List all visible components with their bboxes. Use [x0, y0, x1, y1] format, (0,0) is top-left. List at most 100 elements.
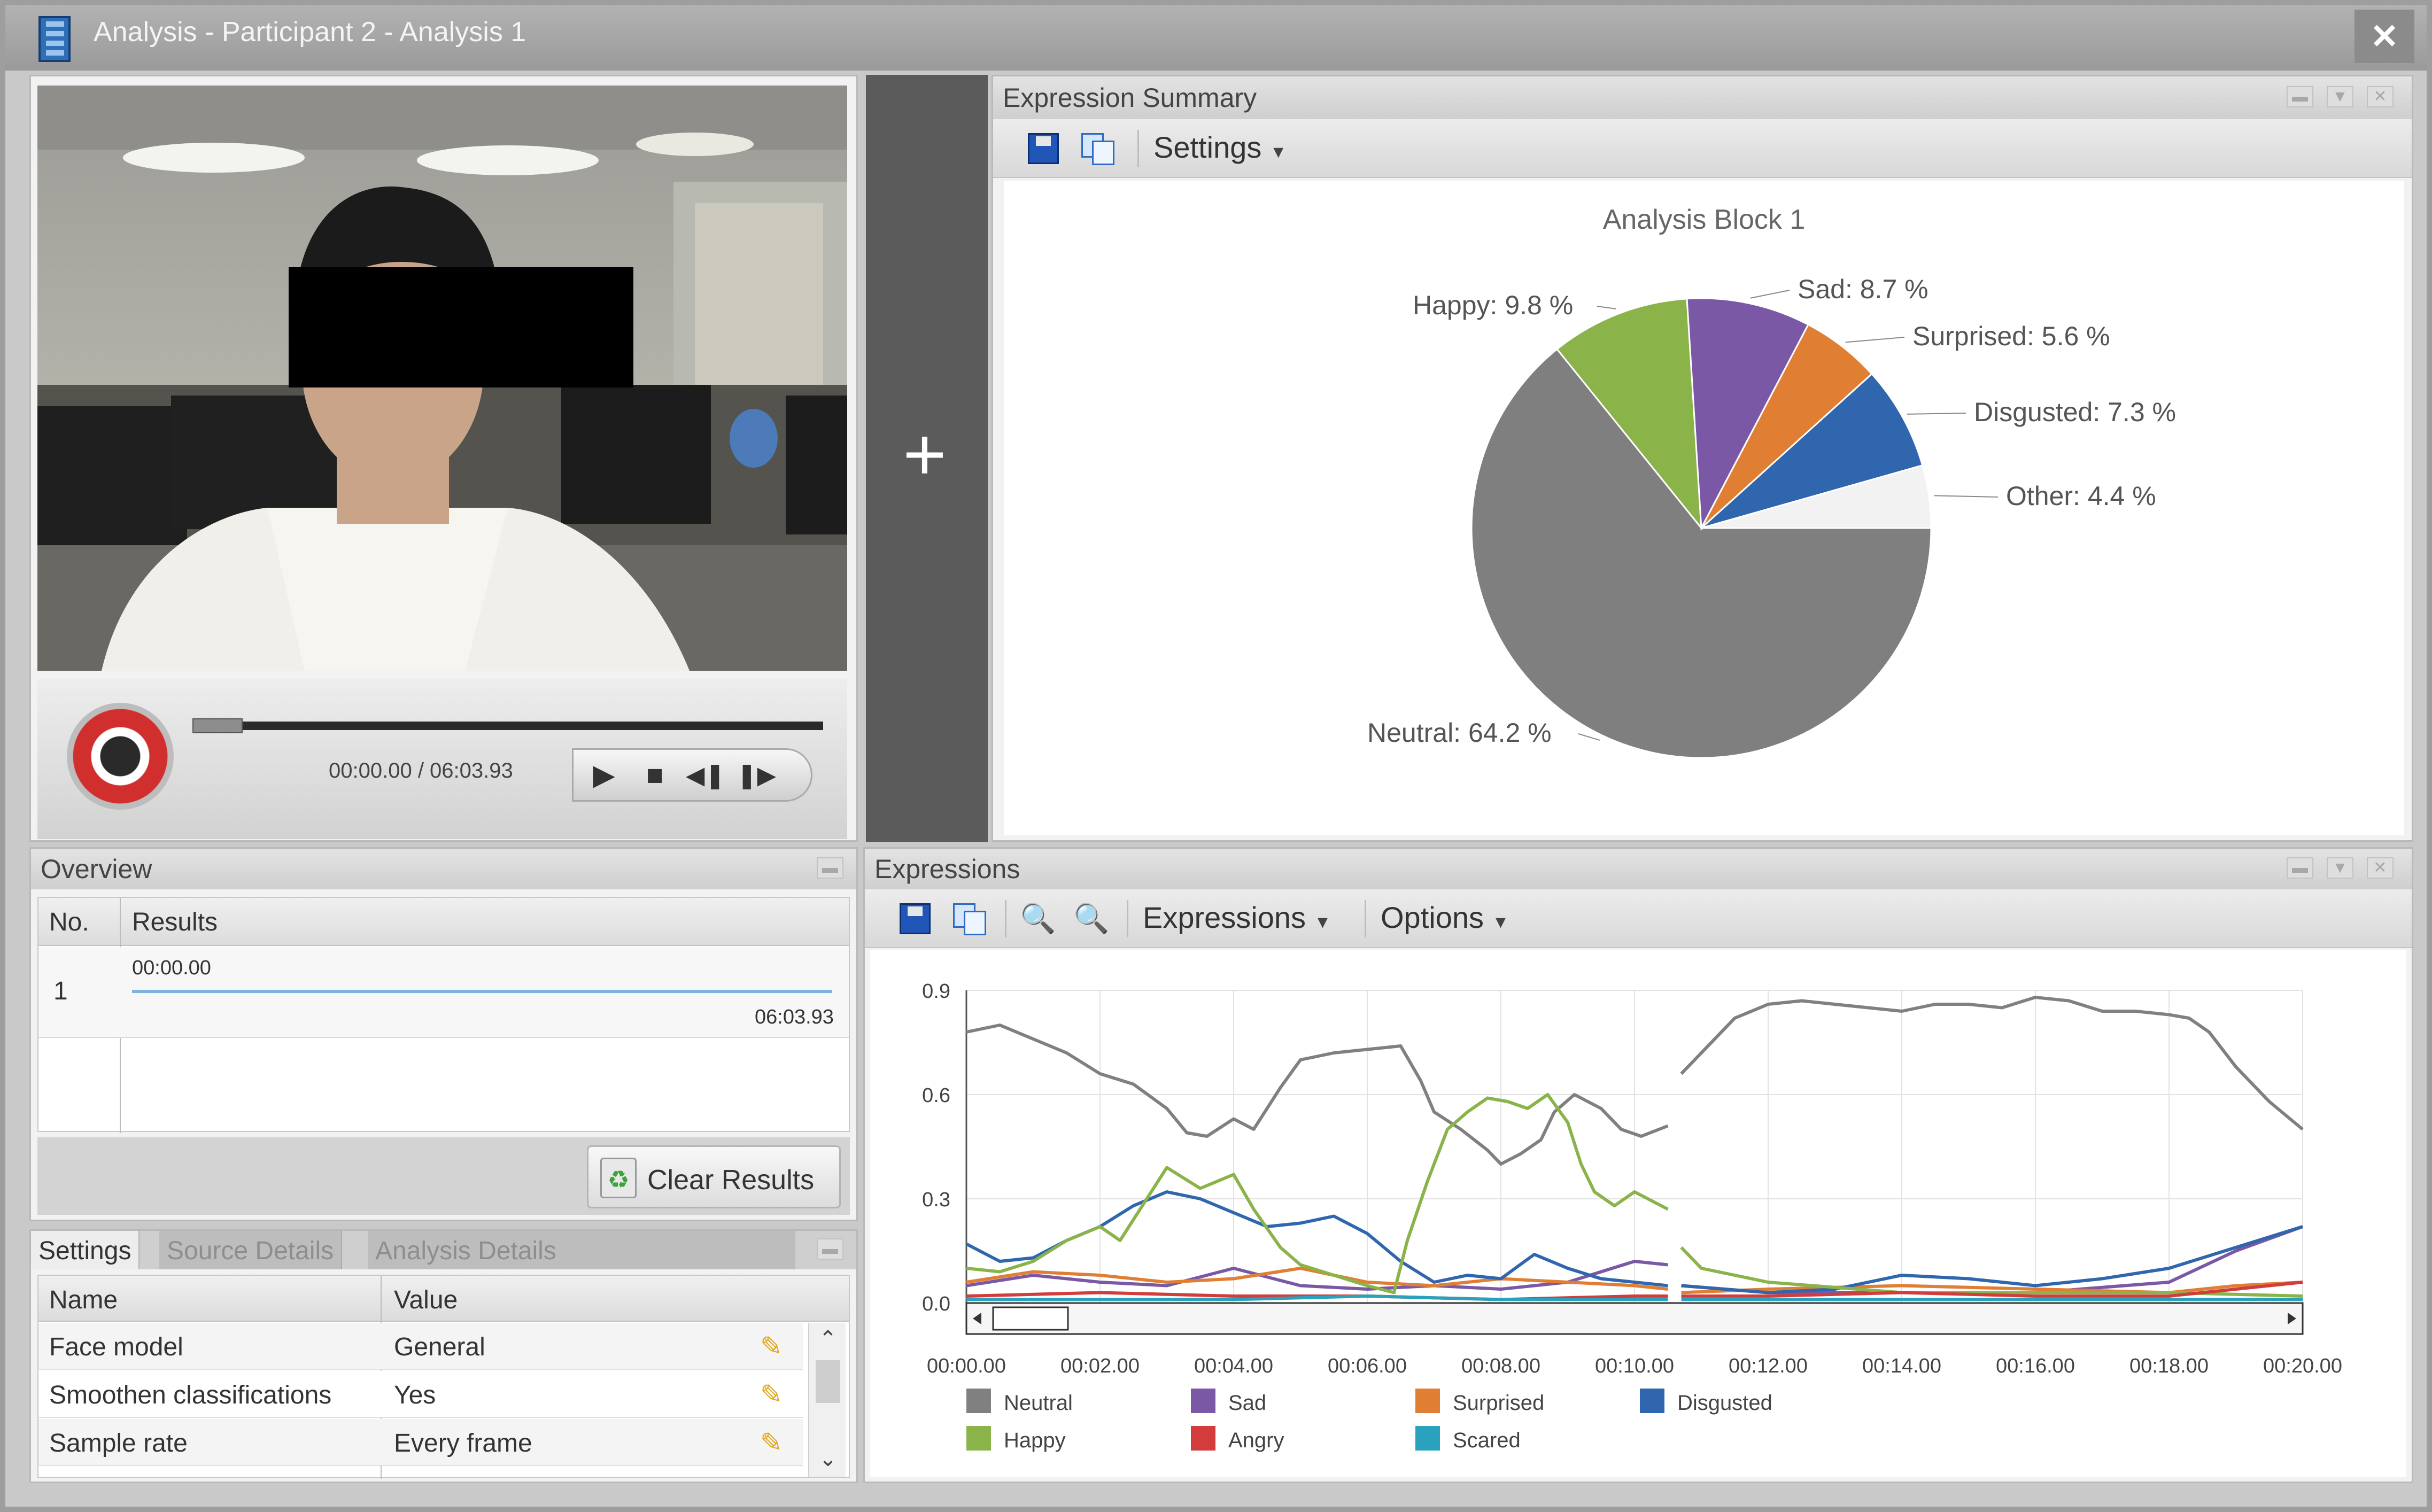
x-tick-label: 00:16.00	[1996, 1355, 2075, 1377]
pie-title: Analysis Block 1	[1603, 204, 1806, 235]
setting-value: Every frame	[394, 1429, 532, 1457]
zoom-out-icon[interactable]: 🔍	[1073, 902, 1109, 935]
legend-label-scared: Scared	[1453, 1429, 1521, 1452]
x-tick-label: 00:18.00	[2129, 1355, 2209, 1377]
pie-leader-line	[1597, 306, 1616, 309]
summary-toolbar: Settings ▼	[993, 119, 2412, 178]
column-header-name[interactable]: Name	[49, 1285, 118, 1315]
minimize-icon[interactable]: ▬	[817, 1238, 843, 1260]
line-chart: 00:00.00 00:02.00 00:04.00 00:06.00 00:08.00…	[922, 980, 2342, 1452]
pie-leader-line	[1845, 337, 1905, 343]
tab-settings[interactable]: Settings	[31, 1231, 140, 1269]
expressions-panel: Expressions ▬ ▼ ✕ 🔍 🔍 Expressions ▼ Opti…	[863, 847, 2413, 1483]
y-tick-label: 0.0	[922, 1293, 950, 1315]
legend-label-angry: Angry	[1228, 1429, 1284, 1452]
legend-swatch-angry	[1191, 1426, 1215, 1451]
pencil-icon[interactable]: ✎	[760, 1330, 792, 1362]
minimize-icon[interactable]: ▬	[2287, 857, 2313, 879]
minimize-icon[interactable]: ▬	[2287, 86, 2313, 107]
recycle-icon: ♻	[600, 1158, 637, 1198]
close-button[interactable]: ✕	[2354, 10, 2414, 63]
seek-track[interactable]	[192, 722, 823, 730]
options-menu-label: Options	[1381, 901, 1484, 934]
clear-results-button[interactable]: ♻ Clear Results	[587, 1145, 841, 1208]
save-icon[interactable]	[900, 903, 931, 934]
pie-chart: Analysis Block 1 Neutral: 64.2 % Happy: 9.…	[1367, 204, 2176, 759]
pie-label-surprised: Surprised: 5.6 %	[1912, 321, 2110, 351]
legend-label-neutral: Neutral	[1004, 1391, 1073, 1415]
table-row[interactable]: Sample rate Every frame ✎	[38, 1419, 803, 1466]
legend-swatch-scared	[1415, 1426, 1440, 1451]
setting-value: General	[394, 1333, 485, 1361]
pencil-icon[interactable]: ✎	[760, 1378, 792, 1410]
panel-title: Expression Summary	[1003, 83, 1257, 113]
pie-label-happy: Happy: 9.8 %	[1413, 290, 1573, 320]
setting-name: Smoothen classifications	[49, 1381, 332, 1409]
close-icon[interactable]: ✕	[2367, 86, 2394, 107]
pencil-icon[interactable]: ✎	[760, 1426, 792, 1459]
legend-label-disgusted: Disgusted	[1677, 1391, 1772, 1415]
pie-label-disgusted: Disgusted: 7.3 %	[1974, 397, 2176, 427]
tab-analysis-details[interactable]: Analysis Details	[368, 1231, 795, 1269]
column-header-no[interactable]: No.	[49, 908, 89, 937]
film-icon	[38, 16, 71, 62]
legend-label-sad: Sad	[1228, 1391, 1266, 1415]
y-tick-label: 0.3	[922, 1189, 950, 1211]
scroll-up-icon[interactable]: ⌃	[809, 1323, 847, 1355]
settings-panel: Settings Source Details Analysis Details…	[29, 1229, 858, 1483]
save-icon[interactable]	[1028, 133, 1059, 164]
panel-header: Overview	[31, 849, 856, 889]
copy-icon[interactable]	[1081, 133, 1114, 165]
scroll-thumb[interactable]	[816, 1360, 840, 1403]
x-tick-label: 00:20.00	[2263, 1355, 2342, 1377]
pie-chart-area: Analysis Block 1 Neutral: 64.2 % Happy: 9.…	[1004, 181, 2404, 835]
tab-source-details[interactable]: Source Details	[159, 1231, 343, 1269]
panel-title: Expressions	[874, 854, 1020, 884]
scroll-down-icon[interactable]: ⌄	[809, 1443, 847, 1475]
result-end-time: 06:03.93	[755, 1006, 834, 1028]
options-menu[interactable]: Options ▼	[1381, 900, 1509, 935]
minimize-icon[interactable]: ▬	[817, 857, 843, 879]
step-forward-icon[interactable]: ❚▶	[732, 756, 780, 794]
expression-summary-panel: Expression Summary ▬ ▼ ✕ Settings ▼ Anal…	[992, 75, 2413, 842]
playback-time: 00:00.00 / 06:03.93	[329, 759, 513, 782]
transport-bar: 00:00.00 / 06:03.93 ▶ ■ ◀❚ ❚▶	[37, 679, 847, 839]
settings-menu[interactable]: Settings ▼	[1153, 130, 1287, 165]
vertical-scrollbar[interactable]: ⌃ ⌄	[808, 1323, 846, 1477]
legend-swatch-disgusted	[1640, 1389, 1664, 1413]
pie-leader-line	[1934, 495, 1999, 498]
column-header-value[interactable]: Value	[394, 1285, 458, 1315]
x-tick-label: 00:08.00	[1461, 1355, 1540, 1377]
table-row[interactable]: Face model General ✎	[38, 1323, 803, 1370]
seek-progress[interactable]	[192, 718, 243, 733]
legend-label-happy: Happy	[1004, 1429, 1066, 1452]
row-number: 1	[53, 977, 68, 1005]
copy-icon[interactable]	[953, 903, 986, 935]
record-icon[interactable]	[67, 703, 174, 810]
expressions-toolbar: 🔍 🔍 Expressions ▼ Options ▼	[865, 889, 2412, 948]
result-start-time: 00:00.00	[132, 957, 211, 979]
toolbar-separator	[1365, 900, 1366, 937]
step-back-icon[interactable]: ◀❚	[681, 756, 730, 794]
panel-header: Expressions	[865, 849, 2412, 889]
toolbar-separator	[1005, 900, 1006, 937]
add-panel-icon[interactable]: +	[887, 417, 962, 492]
table-row[interactable]: Smoothen classifications Yes ✎	[38, 1371, 803, 1418]
toolbar-separator	[1137, 130, 1139, 167]
chart-scrollbar[interactable]	[965, 1302, 2304, 1335]
webcam-image	[37, 86, 847, 671]
table-row[interactable]: 1 00:00.00 06:03.93	[38, 947, 849, 1038]
dropdown-icon[interactable]: ▼	[2327, 86, 2353, 107]
pie-leader-line	[1750, 290, 1790, 299]
dropdown-icon[interactable]: ▼	[2327, 857, 2353, 879]
result-timeline	[132, 990, 832, 993]
legend-swatch-neutral	[966, 1389, 991, 1413]
zoom-in-icon[interactable]: 🔍	[1020, 902, 1056, 935]
play-icon[interactable]: ▶	[580, 756, 628, 794]
column-header-results[interactable]: Results	[132, 908, 218, 937]
overview-panel: Overview ▬ No. Results 1 00:00.00 06:03.…	[29, 847, 858, 1221]
close-icon[interactable]: ✕	[2367, 857, 2394, 879]
expressions-menu[interactable]: Expressions ▼	[1143, 900, 1331, 935]
chart-scroll-thumb[interactable]	[992, 1306, 1069, 1331]
stop-icon[interactable]: ■	[631, 756, 679, 794]
